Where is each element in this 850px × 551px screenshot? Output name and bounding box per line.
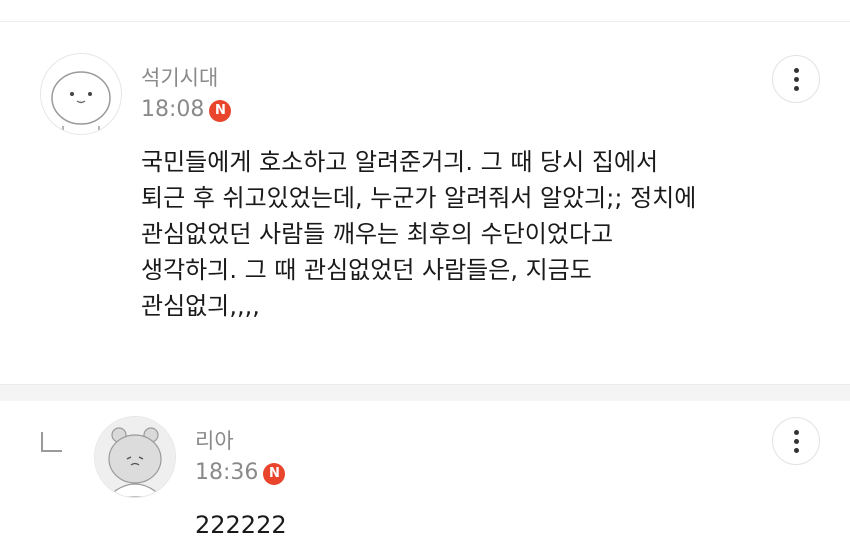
comment-time: 18:08 bbox=[141, 97, 205, 122]
reply-arrow-icon bbox=[41, 432, 62, 452]
more-dot bbox=[793, 438, 799, 444]
comment-meta: 18:08 N bbox=[141, 97, 232, 122]
more-options-button[interactable] bbox=[772, 417, 820, 465]
more-options-button[interactable] bbox=[772, 55, 820, 103]
more-dot bbox=[793, 447, 799, 453]
new-badge-icon: N bbox=[209, 99, 232, 122]
comment-line: 퇴근 후 쉬고있었는데, 누군가 알려줘서 알았긔;; 정치에 bbox=[141, 184, 697, 212]
comment-separator bbox=[0, 384, 850, 402]
comment-item: 석기시대 18:08 N 국민들에게 호소하고 알려준거긔. 그 때 당시 집에… bbox=[0, 22, 850, 384]
reply-item: 리아 18:36 N 222222 bbox=[0, 401, 850, 551]
more-vertical-icon bbox=[793, 67, 799, 73]
comment-line: 생각하긔. 그 때 관심없었던 사람들은, 지금도 bbox=[141, 256, 592, 284]
more-dot bbox=[793, 85, 799, 91]
comment-meta: 18:36 N bbox=[195, 460, 286, 485]
avatar-face-icon bbox=[51, 71, 111, 134]
comment-body: 222222 bbox=[195, 507, 287, 543]
avatar[interactable] bbox=[40, 53, 122, 135]
avatar-bear-icon bbox=[95, 417, 175, 497]
new-badge-icon: N bbox=[263, 462, 286, 485]
more-vertical-icon bbox=[793, 429, 799, 435]
avatar[interactable] bbox=[94, 416, 176, 498]
comment-line: 222222 bbox=[195, 511, 287, 539]
comment-line: 관심없긔,,,, bbox=[141, 292, 260, 320]
more-dot bbox=[793, 76, 799, 82]
comment-line: 관심없었던 사람들 깨우는 최후의 수단이었다고 bbox=[141, 220, 614, 248]
comment-body: 국민들에게 호소하고 알려준거긔. 그 때 당시 집에서 퇴근 후 쉬고있었는데… bbox=[141, 144, 696, 324]
comment-author[interactable]: 석기시대 bbox=[141, 62, 218, 92]
comment-author[interactable]: 리아 bbox=[195, 425, 234, 455]
comment-line: 국민들에게 호소하고 알려준거긔. 그 때 당시 집에서 bbox=[141, 148, 659, 176]
comment-time: 18:36 bbox=[195, 460, 259, 485]
